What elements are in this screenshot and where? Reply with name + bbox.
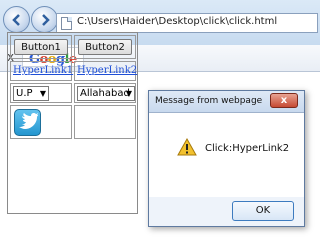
twitter-icon[interactable] — [14, 109, 41, 136]
layout-table: Button1 Button2 HyperLink1 HyperLink2 U.… — [7, 32, 138, 214]
chevron-down-icon: ▼ — [125, 89, 132, 98]
state-select-value: U.P — [16, 88, 33, 99]
table-cell — [10, 105, 72, 139]
forward-icon — [42, 14, 50, 26]
forward-button[interactable] — [31, 6, 58, 33]
table-cell: HyperLink2 — [74, 61, 137, 81]
address-bar[interactable]: C:\Users\Haider\Desktop\click\click.html — [56, 13, 318, 33]
back-button[interactable] — [3, 6, 30, 33]
hyperlink1[interactable]: HyperLink1 — [13, 65, 73, 76]
table-cell: Button2 — [74, 35, 136, 59]
address-text: C:\Users\Haider\Desktop\click\click.html — [77, 16, 278, 27]
dialog-titlebar: Message from webpage x — [149, 91, 304, 113]
table-cell: Button1 — [10, 35, 72, 59]
page-icon — [61, 17, 72, 30]
back-icon — [12, 14, 20, 26]
city-select[interactable]: Allahabad ▼ — [77, 86, 135, 101]
chevron-down-icon: ▼ — [39, 89, 46, 98]
table-cell: HyperLink1 — [10, 61, 73, 81]
ok-button[interactable]: OK — [232, 201, 294, 221]
dialog-message: Click:HyperLink2 — [205, 143, 290, 154]
close-icon: x — [280, 95, 288, 106]
table-cell — [74, 105, 136, 139]
city-select-value: Allahabad — [80, 88, 130, 99]
dialog-title: Message from webpage — [155, 96, 263, 106]
button1[interactable]: Button1 — [14, 39, 68, 55]
hyperlink2[interactable]: HyperLink2 — [77, 65, 137, 76]
dialog-close-button[interactable]: x — [270, 93, 298, 108]
table-cell: Allahabad ▼ — [74, 83, 136, 103]
button2[interactable]: Button2 — [78, 39, 132, 55]
table-cell: U.P ▼ — [10, 83, 72, 103]
dialog-body: Click:HyperLink2 — [149, 113, 304, 197]
warning-icon — [177, 138, 197, 156]
state-select[interactable]: U.P ▼ — [13, 86, 49, 101]
alert-dialog: Message from webpage x Click:HyperLink2 … — [148, 90, 305, 227]
